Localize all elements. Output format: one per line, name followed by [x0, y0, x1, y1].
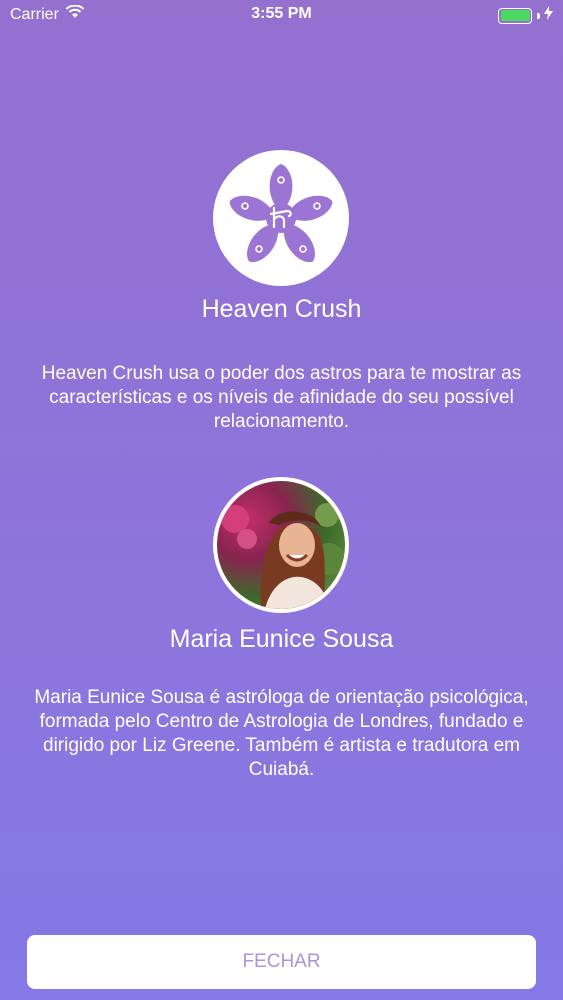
author-avatar [213, 477, 349, 613]
charging-bolt-icon [544, 6, 553, 25]
status-time: 3:55 PM [251, 5, 312, 22]
close-button[interactable]: FECHAR [27, 935, 536, 989]
author-name: Maria Eunice Sousa [169, 625, 394, 653]
app-description: Heaven Crush usa o poder dos astros para… [41, 363, 522, 432]
author-photo [217, 481, 345, 609]
author-bio: Maria Eunice Sousa é astróloga de orient… [34, 687, 529, 780]
battery-fill [500, 10, 530, 21]
battery-icon [498, 7, 532, 24]
status-bar: Carrier 3:55 PM [0, 0, 563, 30]
battery-cap [537, 12, 540, 19]
app-logo [213, 150, 349, 286]
app-name: Heaven Crush [201, 295, 362, 323]
flower-logo-icon [229, 164, 333, 263]
status-right [498, 6, 553, 25]
